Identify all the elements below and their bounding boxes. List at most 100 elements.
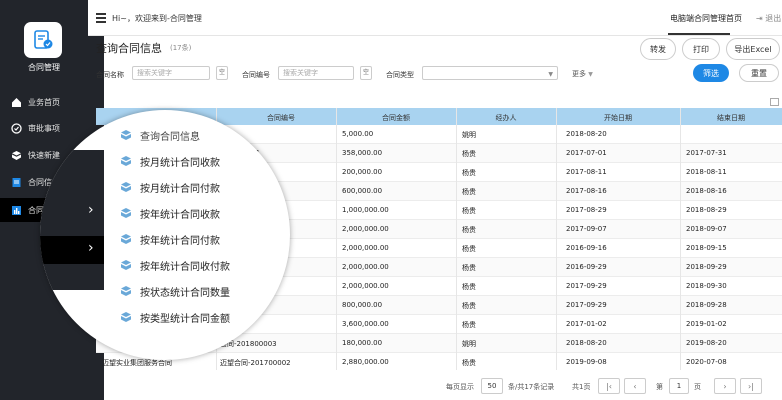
- cell-amount: 358,000.00: [342, 149, 383, 157]
- col-header-end[interactable]: 结束日期: [680, 113, 782, 123]
- more-filters-toggle[interactable]: 更多 ▼: [572, 69, 593, 79]
- bar-chart-icon: [10, 204, 22, 216]
- submenu-item-monthly-payment[interactable]: 按月统计合同付款: [120, 174, 220, 200]
- column-settings-icon[interactable]: [770, 98, 779, 106]
- cell-handler: 杨贵: [462, 188, 476, 196]
- next-page-button[interactable]: ›: [714, 378, 736, 394]
- approval-icon: [10, 122, 22, 134]
- submenu-item-yearly-payment[interactable]: 按年统计合同付款: [120, 226, 220, 252]
- name-empty-toggle[interactable]: 空: [216, 66, 228, 80]
- pagination: 每页显示 50 条/共17条记录 共1页 |‹ ‹ 第 1 页 › ›|: [96, 372, 782, 400]
- cell-end: 2018-08-11: [686, 168, 727, 176]
- first-page-button[interactable]: |‹: [598, 378, 620, 394]
- cell-handler: 姚明: [462, 340, 476, 348]
- cell-handler: 杨贵: [462, 283, 476, 291]
- cell-amount: 3,600,000.00: [342, 320, 389, 328]
- cell-start: 2016-09-16: [566, 244, 607, 252]
- cube-icon: [121, 208, 131, 218]
- logout-icon: ⇥: [756, 14, 763, 23]
- cell-start: 2019-09-08: [566, 358, 607, 366]
- filter-number-label: 合同编号: [242, 71, 270, 79]
- cube-icon: [121, 286, 131, 296]
- chevron-right-icon: ›: [88, 202, 94, 218]
- cell-handler: 杨贵: [462, 264, 476, 272]
- submenu-item-by-type[interactable]: 按类型统计合同金额: [120, 304, 230, 330]
- chevron-right-icon: ›: [723, 381, 727, 391]
- contract-name-input[interactable]: 搜索关键字: [132, 66, 210, 80]
- cell-end: 2019-08-20: [686, 339, 727, 347]
- cube-icon: [121, 156, 131, 166]
- sidebar-item-home[interactable]: 业务首页: [0, 90, 104, 114]
- cell-end: 2018-09-15: [686, 244, 727, 252]
- filter-button[interactable]: 筛选: [693, 64, 729, 82]
- magnifier-overlay: › › 查询合同信息 按月统计合同收款 按月统计合同付款 按年统计合同收款 按年…: [40, 110, 290, 360]
- cell-handler: 杨贵: [462, 321, 476, 329]
- contract-logo-icon: [34, 30, 53, 49]
- forward-button[interactable]: 转发: [640, 38, 676, 60]
- number-empty-toggle[interactable]: 空: [360, 66, 372, 80]
- cell-end: 2018-08-16: [686, 187, 727, 195]
- cell-amount: 2,880,000.00: [342, 358, 389, 366]
- contract-number-input[interactable]: 搜索关键字: [278, 66, 354, 80]
- page-input[interactable]: 1: [669, 378, 689, 394]
- submenu-item-yearly-both[interactable]: 按年统计合同收付款: [120, 252, 230, 278]
- cube-icon: [121, 130, 131, 140]
- app-title: 合同管理: [28, 63, 60, 72]
- page-prefix: 第: [656, 383, 663, 391]
- last-page-icon: ›|: [748, 381, 754, 391]
- cell-end: 2017-07-31: [686, 149, 727, 157]
- app-logo: [24, 22, 62, 58]
- prev-page-button[interactable]: ‹: [624, 378, 646, 394]
- filter-name-label: 合同名称: [96, 71, 124, 79]
- cell-handler: 杨贵: [462, 245, 476, 253]
- last-page-button[interactable]: ›|: [740, 378, 762, 394]
- contract-type-select[interactable]: ▼: [422, 66, 558, 80]
- submenu-item-yearly-receipt[interactable]: 按年统计合同收款: [120, 200, 220, 226]
- cell-amount: 180,000.00: [342, 339, 383, 347]
- page-suffix: 页: [694, 383, 701, 391]
- cell-handler: 杨贵: [462, 207, 476, 215]
- print-button[interactable]: 打印: [682, 38, 720, 60]
- tab-home[interactable]: 电脑端合同管理首页: [670, 13, 742, 24]
- logout-link[interactable]: ⇥ 退出: [756, 13, 781, 24]
- submenu-item-query[interactable]: 查询合同信息: [120, 122, 200, 148]
- cell-handler: 杨贵: [462, 150, 476, 158]
- per-page-label: 每页显示: [446, 383, 474, 391]
- filter-type-label: 合同类型: [386, 71, 414, 79]
- cell-amount: 800,000.00: [342, 301, 383, 309]
- cell-end: 2018-08-29: [686, 206, 727, 214]
- total-pages: 共1页: [572, 383, 591, 391]
- cell-start: 2017-09-29: [566, 282, 607, 290]
- first-page-icon: |‹: [606, 381, 612, 391]
- cell-start: 2017-09-29: [566, 301, 607, 309]
- menu-toggle-icon[interactable]: [96, 13, 106, 23]
- cube-icon: [10, 149, 22, 161]
- magnified-sidebar: › ›: [40, 150, 104, 290]
- cube-icon: [121, 312, 131, 322]
- cell-end: 2018-09-28: [686, 301, 727, 309]
- col-header-start[interactable]: 开始日期: [556, 113, 680, 123]
- home-icon: [10, 96, 22, 108]
- cell-handler: 杨贵: [462, 226, 476, 234]
- document-icon: [10, 176, 22, 188]
- col-header-amount[interactable]: 合同金额: [336, 113, 456, 123]
- cell-end: 2018-09-07: [686, 225, 727, 233]
- cell-amount: 2,000,000.00: [342, 244, 389, 252]
- cell-handler: 杨贵: [462, 169, 476, 177]
- per-page-input[interactable]: 50: [481, 378, 503, 394]
- submenu-item-by-status[interactable]: 按状态统计合同数量: [120, 278, 230, 304]
- sidebar-item-label: 审批事项: [28, 123, 60, 133]
- cell-start: 2016-09-29: [566, 263, 607, 271]
- cell-amount: 2,000,000.00: [342, 263, 389, 271]
- chevron-left-icon: ‹: [633, 381, 637, 391]
- chevron-down-icon: ▼: [588, 71, 593, 78]
- cell-start: 2017-09-07: [566, 225, 607, 233]
- cube-icon: [121, 234, 131, 244]
- export-excel-button[interactable]: 导出Excel: [726, 38, 780, 60]
- cell-end: 2020-07-08: [686, 358, 727, 366]
- cube-icon: [121, 260, 131, 270]
- submenu-item-monthly-receipt[interactable]: 按月统计合同收款: [120, 148, 220, 174]
- record-count: (17条): [170, 44, 192, 52]
- col-header-handler[interactable]: 经办人: [456, 113, 556, 123]
- reset-button[interactable]: 重置: [739, 64, 779, 82]
